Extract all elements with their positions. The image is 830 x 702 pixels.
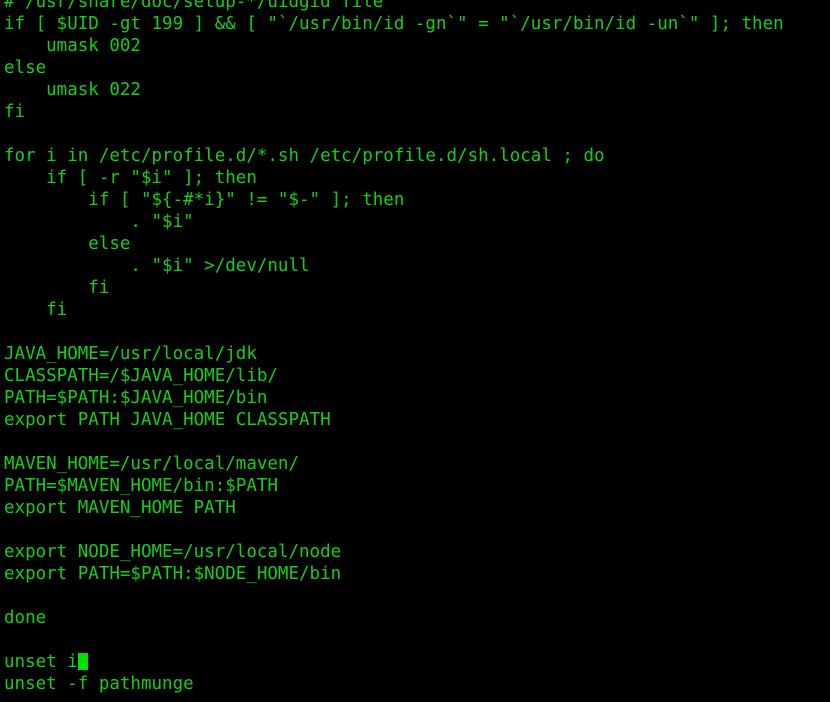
terminal-line: if [ -r "$i" ]; then: [4, 168, 257, 188]
terminal-line: # /usr/share/doc/setup-*/uidgid file: [4, 0, 384, 12]
terminal-line: CLASSPATH=/$JAVA_HOME/lib/: [4, 366, 278, 386]
block-cursor: [77, 653, 88, 670]
terminal-line: fi: [4, 300, 68, 320]
terminal-line: else: [4, 234, 131, 254]
terminal-line: export PATH=$PATH:$NODE_HOME/bin: [4, 564, 342, 584]
terminal-line: export MAVEN_HOME PATH: [4, 498, 236, 518]
terminal-line: PATH=$MAVEN_HOME/bin:$PATH: [4, 476, 278, 496]
terminal-screen[interactable]: # /usr/share/doc/setup-*/uidgid file if […: [4, 0, 830, 695]
terminal-line: fi: [4, 278, 110, 298]
terminal-line: unset i: [4, 651, 830, 673]
shell-prompt-clipped: [root: [4, 694, 830, 702]
terminal-line: export PATH JAVA_HOME CLASSPATH: [4, 410, 331, 430]
terminal-line: MAVEN_HOME=/usr/local/maven/: [4, 454, 300, 474]
terminal-line: for i in /etc/profile.d/*.sh /etc/profil…: [4, 146, 605, 166]
terminal-window[interactable]: # /usr/share/doc/setup-*/uidgid file if […: [0, 0, 830, 702]
terminal-line: done: [4, 608, 47, 628]
terminal-line: PATH=$PATH:$JAVA_HOME/bin: [4, 388, 268, 408]
terminal-line: . "$i": [4, 212, 194, 232]
terminal-line: else: [4, 58, 47, 78]
terminal-line: umask 022: [4, 80, 141, 100]
terminal-line: JAVA_HOME=/usr/local/jdk: [4, 344, 257, 364]
terminal-line: . "$i" >/dev/null: [4, 256, 310, 276]
terminal-line: export NODE_HOME=/usr/local/node: [4, 542, 342, 562]
terminal-line: if [ "${-#*i}" != "$-" ]; then: [4, 190, 405, 210]
terminal-line: if [ $UID -gt 199 ] && [ "`/usr/bin/id -…: [4, 14, 784, 34]
terminal-line: unset -f pathmunge: [4, 674, 194, 694]
terminal-line: umask 002: [4, 36, 141, 56]
terminal-line: fi: [4, 102, 26, 122]
